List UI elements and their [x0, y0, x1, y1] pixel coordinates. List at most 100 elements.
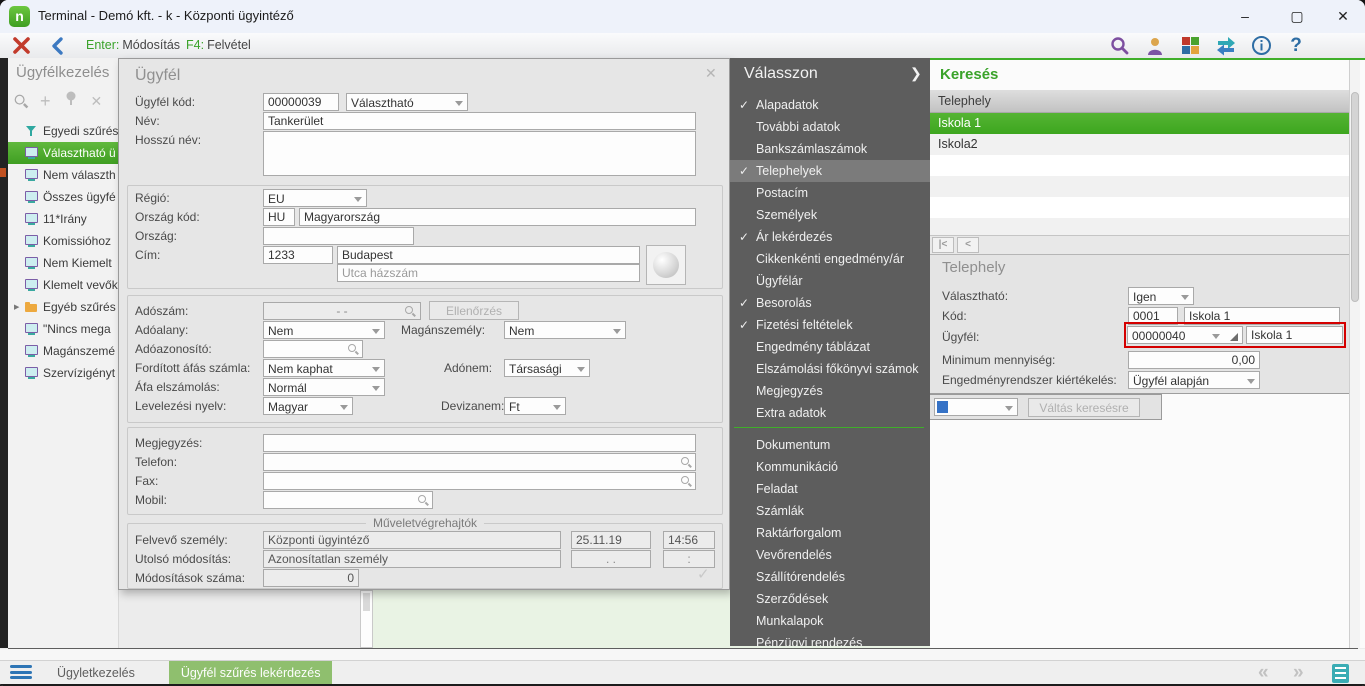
- currency-select[interactable]: Ft: [504, 397, 566, 415]
- site-customer-combo[interactable]: 00000040: [1127, 326, 1243, 344]
- switch-to-search-button[interactable]: Váltás keresésre: [1028, 398, 1140, 417]
- site-customer-name-input[interactable]: [1246, 326, 1343, 344]
- nav-next-icon[interactable]: »: [1293, 662, 1304, 684]
- private-person-select[interactable]: Nem: [504, 321, 626, 339]
- menu-item[interactable]: Személyek: [730, 204, 930, 226]
- cancel-icon[interactable]: [8, 34, 34, 57]
- customer-code-type-select[interactable]: Választható: [346, 93, 468, 111]
- combo-corner-icon[interactable]: [1230, 333, 1238, 341]
- mobile-input[interactable]: [263, 491, 433, 509]
- tax-number-input[interactable]: [263, 302, 421, 320]
- name-input[interactable]: [263, 112, 696, 130]
- country-input[interactable]: [263, 227, 414, 245]
- site-row[interactable]: Iskola2: [930, 134, 1349, 155]
- site-row[interactable]: Iskola 1: [930, 113, 1349, 134]
- reverse-vat-select[interactable]: Nem kaphat: [263, 359, 385, 377]
- menu-item[interactable]: Szerződések: [730, 588, 930, 610]
- expander-icon[interactable]: [14, 303, 25, 311]
- mobile-search-icon[interactable]: [418, 495, 429, 506]
- region-select[interactable]: EU: [263, 189, 367, 207]
- sidebar-item[interactable]: "Nincs mega: [8, 318, 118, 340]
- sidebar-item[interactable]: Klemelt vevők: [8, 274, 118, 296]
- menu-item[interactable]: Postacím: [730, 182, 930, 204]
- close-button[interactable]: ✕: [1326, 4, 1360, 29]
- fax-search-icon[interactable]: [681, 476, 692, 487]
- pager-first-button[interactable]: |<: [932, 237, 954, 253]
- minimize-button[interactable]: –: [1228, 4, 1262, 29]
- nav-prev-icon[interactable]: «: [1258, 662, 1269, 684]
- menu-item[interactable]: Extra adatok: [730, 402, 930, 424]
- menu-item[interactable]: Dokumentum: [730, 434, 930, 456]
- sidebar-item[interactable]: Összes ügyfé: [8, 186, 118, 208]
- info-icon[interactable]: [1247, 34, 1275, 57]
- sidebar-item[interactable]: 11*Irány: [8, 208, 118, 230]
- modules-grid-icon[interactable]: [1176, 34, 1204, 57]
- user-icon[interactable]: [1141, 34, 1169, 57]
- zip-input[interactable]: [263, 246, 333, 264]
- selectable-select[interactable]: Igen: [1128, 287, 1194, 305]
- menu-item[interactable]: Cikkenkénti engedmény/ár: [730, 248, 930, 270]
- menu-item[interactable]: Megjegyzés: [730, 380, 930, 402]
- menu-item[interactable]: Bankszámlaszámok: [730, 138, 930, 160]
- mail-lang-select[interactable]: Magyar: [263, 397, 353, 415]
- customer-code-input[interactable]: [263, 93, 339, 111]
- menu-item[interactable]: Elszámolási főkönyvi számok: [730, 358, 930, 380]
- menu-item[interactable]: Alapadatok: [730, 94, 930, 116]
- phone-input[interactable]: [263, 453, 696, 471]
- menu-item[interactable]: Pénzügyi rendezés: [730, 632, 930, 646]
- sidebar-add-icon[interactable]: +: [40, 92, 51, 110]
- menu-hamburger-icon[interactable]: [10, 665, 32, 681]
- menu-item[interactable]: Vevőrendelés: [730, 544, 930, 566]
- sidebar-search-icon[interactable]: [15, 94, 29, 108]
- sidebar-item[interactable]: Nem Kiemelt: [8, 252, 118, 274]
- form-close-icon[interactable]: ✕: [705, 65, 717, 82]
- transfer-arrows-icon[interactable]: [1211, 34, 1241, 57]
- shortcut-add[interactable]: F4:Felvétel: [186, 38, 251, 52]
- sidebar-item[interactable]: Választható ü: [8, 142, 118, 164]
- menu-item[interactable]: Besorolás: [730, 292, 930, 314]
- sidebar-item[interactable]: Magánszemé: [8, 340, 118, 362]
- switch-select[interactable]: [934, 398, 1018, 416]
- bottom-tab[interactable]: Ügyletkezelés: [45, 661, 147, 685]
- menu-item[interactable]: Munkalapok: [730, 610, 930, 632]
- bottom-tab[interactable]: Ügyfél szűrés lekérdezés: [169, 661, 333, 685]
- menu-item[interactable]: Engedmény táblázat: [730, 336, 930, 358]
- menu-item[interactable]: Szállítórendelés: [730, 566, 930, 588]
- maximize-button[interactable]: ▢: [1280, 4, 1314, 29]
- sidebar-item[interactable]: Egyéb szűrés: [8, 296, 118, 318]
- tax-type-select[interactable]: Társasági: [504, 359, 590, 377]
- right-scrollbar[interactable]: [1349, 60, 1360, 648]
- menu-item[interactable]: Kommunikáció: [730, 456, 930, 478]
- country-code-input[interactable]: [263, 208, 295, 226]
- city-input[interactable]: [337, 246, 640, 264]
- back-icon[interactable]: [46, 34, 68, 57]
- fax-input[interactable]: [263, 472, 696, 490]
- menu-item[interactable]: Feladat: [730, 478, 930, 500]
- sidebar-clear-icon[interactable]: ✕: [91, 92, 103, 110]
- sidebar-item[interactable]: Egyedi szűrés: [8, 120, 118, 142]
- min-qty-input[interactable]: [1128, 351, 1260, 369]
- tax-number-search-icon[interactable]: [405, 306, 416, 317]
- menu-item[interactable]: Fizetési feltételek: [730, 314, 930, 336]
- menu-item[interactable]: Ügyfélár: [730, 270, 930, 292]
- country-name-input[interactable]: [299, 208, 696, 226]
- table-column-header[interactable]: Telephely: [930, 90, 1349, 113]
- tax-subject-select[interactable]: Nem: [263, 321, 385, 339]
- vat-account-select[interactable]: Normál: [263, 378, 385, 396]
- sidebar-tree-icon[interactable]: [64, 91, 78, 111]
- combo-dropdown-icon[interactable]: [1212, 334, 1220, 343]
- sidebar-item[interactable]: Szervízigényt: [8, 362, 118, 384]
- phone-search-icon[interactable]: [681, 457, 692, 468]
- menu-item[interactable]: További adatok: [730, 116, 930, 138]
- tax-id-search-icon[interactable]: [348, 344, 359, 355]
- pager-prev-button[interactable]: <: [957, 237, 979, 253]
- discount-eval-select[interactable]: Ügyfél alapján: [1128, 371, 1260, 389]
- help-icon[interactable]: ?: [1282, 34, 1310, 57]
- menu-item[interactable]: Számlák: [730, 500, 930, 522]
- menu-item[interactable]: Ár lekérdezés: [730, 226, 930, 248]
- document-list-icon[interactable]: [1332, 664, 1349, 683]
- comment-input[interactable]: [263, 434, 696, 452]
- sidebar-item[interactable]: Komissióhoz: [8, 230, 118, 252]
- shortcut-modify[interactable]: Enter:Módosítás: [86, 38, 180, 52]
- menu-item[interactable]: Telephelyek: [730, 160, 930, 182]
